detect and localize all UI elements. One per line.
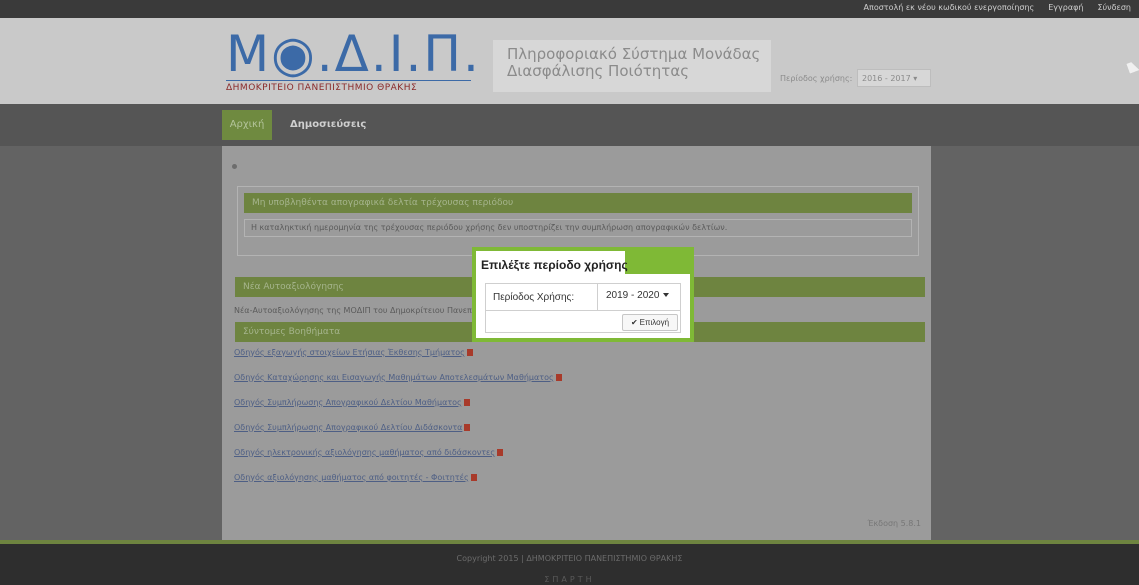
logo-letters: Μ◉.Δ.Ι.Π. bbox=[226, 25, 481, 83]
modal-submit-button[interactable]: ✔ Επιλογή bbox=[622, 314, 678, 331]
modal-period-select[interactable]: 2019 - 2020 bbox=[606, 288, 676, 304]
modal-divider bbox=[597, 284, 598, 310]
bullet-icon bbox=[232, 164, 237, 169]
resend-activation-link[interactable]: Αποστολή εκ νέου κωδικού ενεργοποίησης bbox=[864, 3, 1035, 12]
system-title: Πληροφοριακό Σύστημα Μονάδας Διασφάλισης… bbox=[493, 40, 771, 92]
modal-header-tab bbox=[625, 247, 694, 274]
pdf-icon bbox=[464, 424, 471, 431]
check-icon: ✔ bbox=[630, 318, 638, 327]
site-logo[interactable]: Μ◉.Δ.Ι.Π. ΔΗΜΟΚΡΙΤΕΙΟ ΠΑΝΕΠΙΣΤΗΜΙΟ ΘΡΑΚΗ… bbox=[226, 25, 481, 98]
caret-down-icon bbox=[663, 293, 670, 298]
copyright-text: Copyright 2015 | ΔΗΜΟΚΡΙΤΕΙΟ ΠΑΝΕΠΙΣΤΗΜΙ… bbox=[456, 554, 683, 563]
period-select-modal: Επιλέξτε περίοδο χρήσης Περίοδος Χρήσης:… bbox=[472, 247, 694, 342]
register-link[interactable]: Εγγραφή bbox=[1048, 3, 1083, 12]
modal-form-table: Περίοδος Χρήσης: 2019 - 2020 ✔ Επιλογή bbox=[485, 283, 681, 333]
pending-forms-title: Μη υποβληθέντα απογραφικά δελτία τρέχουσ… bbox=[244, 193, 912, 213]
login-link[interactable]: Σύνδεση bbox=[1097, 3, 1131, 12]
guide-link[interactable]: Οδηγός ηλεκτρονικής αξιολόγησης μαθήματο… bbox=[234, 448, 562, 473]
modal-period-label: Περίοδος Χρήσης: bbox=[493, 292, 575, 303]
system-title-line2: Διασφάλισης Ποιότητας bbox=[507, 62, 690, 80]
pending-forms-panel: Μη υποβληθέντα απογραφικά δελτία τρέχουσ… bbox=[237, 186, 919, 256]
pdf-icon bbox=[463, 399, 470, 406]
pdf-icon bbox=[555, 374, 562, 381]
guide-link[interactable]: Οδηγός Καταχώρησης και Εισαγωγής Μαθημάτ… bbox=[234, 373, 562, 398]
header-period-label: Περίοδος χρήσης: bbox=[780, 74, 853, 83]
right-backdrop bbox=[931, 146, 1139, 540]
guides-list: Οδηγός εξαγωγής στοιχείων Ετήσιας Έκθεση… bbox=[234, 348, 562, 498]
nav-home-tab[interactable]: Αρχική bbox=[222, 110, 272, 140]
guide-link[interactable]: Οδηγός Συμπλήρωσης Απογραφικού Δελτίου Μ… bbox=[234, 398, 562, 423]
modal-form-row: Περίοδος Χρήσης: 2019 - 2020 bbox=[486, 284, 680, 311]
pdf-icon bbox=[466, 349, 473, 356]
nav-publications-tab[interactable]: Δημοσιεύσεις bbox=[290, 110, 366, 140]
pdf-icon bbox=[470, 474, 477, 481]
main-content: Μη υποβληθέντα απογραφικά δελτία τρέχουσ… bbox=[222, 146, 931, 540]
guide-link[interactable]: Οδηγός Συμπλήρωσης Απογραφικού Δελτίου Δ… bbox=[234, 423, 562, 448]
header-period-select[interactable]: 2016 - 2017 ▾ bbox=[857, 69, 931, 87]
guide-link[interactable]: Οδηγός εξαγωγής στοιχείων Ετήσιας Έκθεση… bbox=[234, 348, 562, 373]
guide-link[interactable]: Οδηγός αξιολόγησης μαθήματος από φοιτητέ… bbox=[234, 473, 562, 498]
pdf-icon bbox=[497, 449, 504, 456]
left-backdrop bbox=[0, 146, 222, 540]
pending-forms-message: Η καταληκτική ημερομηνία της τρέχουσας π… bbox=[244, 219, 912, 237]
modal-title: Επιλέξτε περίοδο χρήσης bbox=[481, 258, 628, 272]
top-bar: Αποστολή εκ νέου κωδικού ενεργοποίησης Ε… bbox=[0, 0, 1139, 18]
system-title-line1: Πληροφοριακό Σύστημα Μονάδας bbox=[507, 45, 761, 63]
header: Μ◉.Δ.Ι.Π. ΔΗΜΟΚΡΙΤΕΙΟ ΠΑΝΕΠΙΣΤΗΜΙΟ ΘΡΑΚΗ… bbox=[0, 18, 1139, 104]
top-links: Αποστολή εκ νέου κωδικού ενεργοποίησης Ε… bbox=[864, 3, 1131, 12]
footer-logo: ΣΠΑΡΤΗ bbox=[544, 575, 595, 584]
navbar bbox=[0, 104, 1139, 146]
version-label: Έκδοση 5.8.1 bbox=[867, 519, 921, 528]
